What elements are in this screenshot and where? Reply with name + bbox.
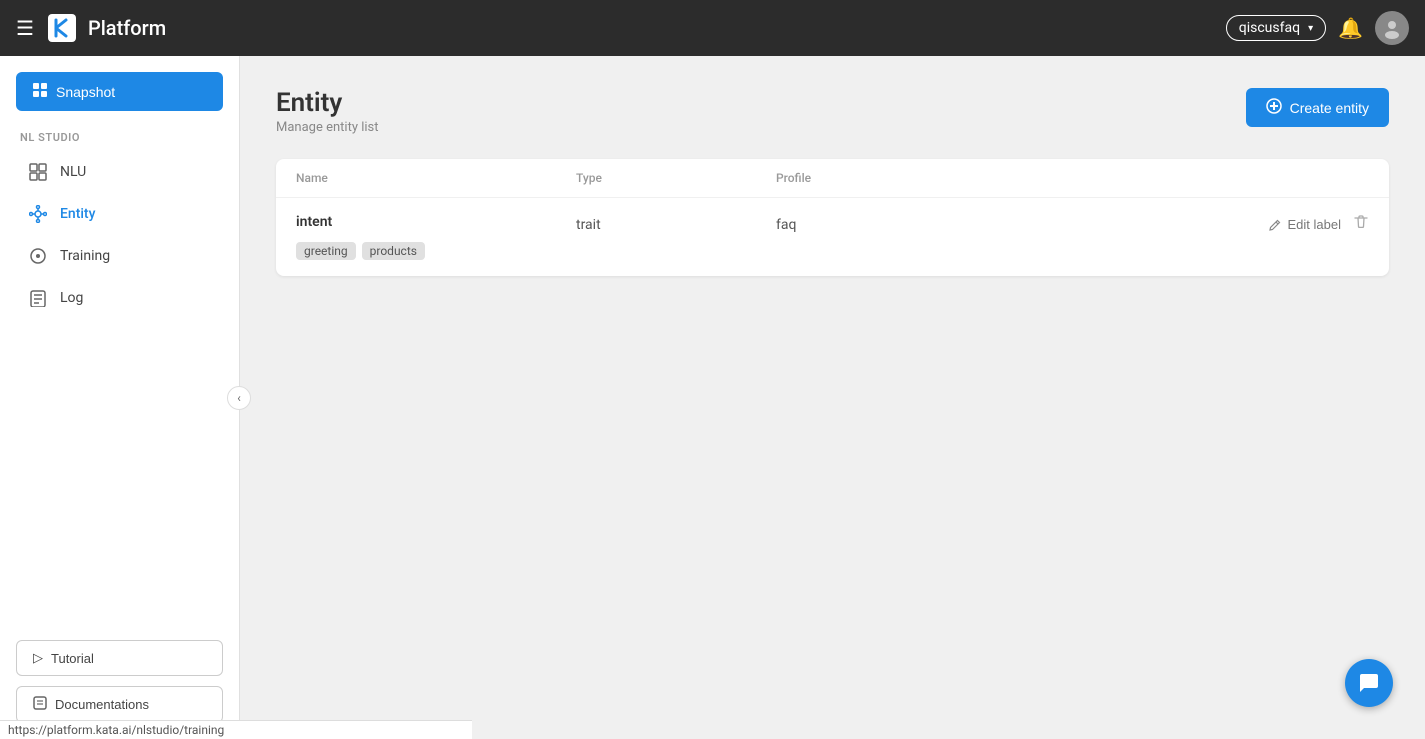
edit-label-button[interactable]: Edit label bbox=[1268, 217, 1341, 232]
training-icon bbox=[28, 246, 48, 266]
status-url: https://platform.kata.ai/nlstudio/traini… bbox=[8, 723, 224, 737]
avatar[interactable] bbox=[1375, 11, 1409, 45]
main-content: Entity Manage entity list Create entity … bbox=[240, 56, 1425, 739]
account-caret-icon: ▾ bbox=[1308, 23, 1313, 34]
name-cell: intent greeting products bbox=[296, 214, 576, 260]
profile-cell: faq bbox=[776, 214, 1268, 233]
account-name: qiscusfaq bbox=[1239, 20, 1300, 36]
entity-label: Entity bbox=[60, 206, 95, 222]
create-entity-button[interactable]: Create entity bbox=[1246, 88, 1389, 127]
create-entity-label: Create entity bbox=[1290, 100, 1369, 116]
account-selector[interactable]: qiscusfaq ▾ bbox=[1226, 15, 1326, 41]
tutorial-label: Tutorial bbox=[51, 651, 94, 666]
page-header: Entity Manage entity list Create entity bbox=[276, 88, 1389, 135]
col-header-profile: Profile bbox=[776, 171, 1369, 185]
type-cell: trait bbox=[576, 214, 776, 233]
entity-tags: greeting products bbox=[296, 242, 576, 260]
chat-fab[interactable] bbox=[1345, 659, 1393, 707]
page-title: Entity bbox=[276, 88, 379, 118]
sidebar-nav: NLU Entity bbox=[0, 148, 239, 322]
chat-icon bbox=[1357, 671, 1381, 695]
page-title-area: Entity Manage entity list bbox=[276, 88, 379, 135]
entity-profile: faq bbox=[776, 217, 796, 233]
sidebar-collapse-button[interactable]: ‹ bbox=[227, 386, 251, 410]
row-actions: Edit label bbox=[1268, 214, 1369, 235]
entity-table: Name Type Profile intent greeting produc… bbox=[276, 159, 1389, 276]
menu-icon[interactable]: ☰ bbox=[16, 16, 34, 40]
notification-bell-icon[interactable]: 🔔 bbox=[1338, 16, 1363, 40]
log-label: Log bbox=[60, 290, 83, 306]
statusbar: https://platform.kata.ai/nlstudio/traini… bbox=[0, 720, 472, 739]
delete-button[interactable] bbox=[1353, 214, 1369, 235]
entity-name: intent bbox=[296, 214, 576, 230]
col-header-name: Name bbox=[296, 171, 576, 185]
sidebar-item-nlu[interactable]: NLU bbox=[8, 152, 231, 192]
table-header: Name Type Profile bbox=[276, 159, 1389, 198]
topnav: ☰ Platform qiscusfaq ▾ 🔔 bbox=[0, 0, 1425, 56]
tutorial-icon: ▷ bbox=[33, 650, 43, 666]
sidebar: Snapshot NL STUDIO NLU bbox=[0, 56, 240, 739]
topnav-right: qiscusfaq ▾ 🔔 bbox=[1226, 11, 1409, 45]
entity-icon bbox=[28, 204, 48, 224]
edit-label-text: Edit label bbox=[1288, 217, 1341, 232]
nlu-icon bbox=[28, 162, 48, 182]
create-entity-plus-icon bbox=[1266, 98, 1282, 117]
page-subtitle: Manage entity list bbox=[276, 120, 379, 135]
docs-button[interactable]: Documentations bbox=[16, 686, 223, 723]
col-header-type: Type bbox=[576, 171, 776, 185]
snapshot-label: Snapshot bbox=[56, 84, 115, 100]
training-label: Training bbox=[60, 248, 110, 264]
layout: Snapshot NL STUDIO NLU bbox=[0, 56, 1425, 739]
sidebar-item-entity[interactable]: Entity bbox=[8, 194, 231, 234]
logo bbox=[46, 12, 78, 44]
sidebar-section-label: NL STUDIO bbox=[0, 123, 239, 148]
tutorial-button[interactable]: ▷ Tutorial bbox=[16, 640, 223, 676]
nlu-label: NLU bbox=[60, 164, 86, 180]
sidebar-item-training[interactable]: Training bbox=[8, 236, 231, 276]
snapshot-button[interactable]: Snapshot bbox=[16, 72, 223, 111]
entity-type: trait bbox=[576, 217, 601, 233]
log-icon bbox=[28, 288, 48, 308]
sidebar-item-log[interactable]: Log bbox=[8, 278, 231, 318]
snapshot-icon bbox=[32, 82, 48, 101]
docs-label: Documentations bbox=[55, 697, 149, 712]
delete-icon bbox=[1353, 214, 1369, 230]
table-row: intent greeting products trait faq bbox=[276, 198, 1389, 276]
app-title: Platform bbox=[88, 16, 1226, 40]
tag-greeting: greeting bbox=[296, 242, 356, 260]
tag-products: products bbox=[362, 242, 425, 260]
edit-icon bbox=[1268, 218, 1282, 232]
docs-icon bbox=[33, 696, 47, 713]
